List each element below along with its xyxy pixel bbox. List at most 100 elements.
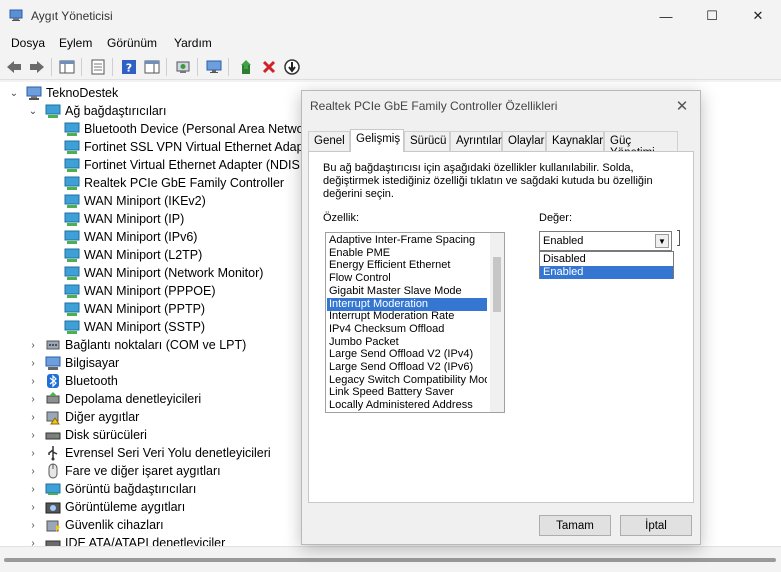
tree-device-item[interactable]: WAN Miniport (PPPOE) <box>64 282 216 300</box>
property-list-item[interactable]: Link Speed Battery Saver <box>327 386 487 399</box>
tab-gelismis[interactable]: Gelişmiş <box>350 129 404 152</box>
property-listbox[interactable]: Adaptive Inter-Frame Spacing Enable PME En… <box>325 232 505 413</box>
chevron-right-icon[interactable]: › <box>27 483 39 495</box>
value-option-enabled[interactable]: Enabled <box>540 266 673 279</box>
menu-gorunum[interactable]: Görünüm <box>107 36 157 50</box>
tree-category[interactable]: Bluetooth <box>45 372 118 390</box>
listbox-scrollbar-thumb[interactable] <box>493 257 501 312</box>
tree-root[interactable]: TeknoDestek <box>26 84 118 102</box>
chevron-right-icon[interactable]: › <box>27 465 39 477</box>
back-arrow-icon[interactable] <box>4 57 24 77</box>
tree-category[interactable]: Depolama denetleyicileri <box>45 390 201 408</box>
chevron-down-icon[interactable]: ▼ <box>655 234 669 248</box>
chevron-down-icon[interactable]: ⌄ <box>27 105 39 117</box>
forward-arrow-icon[interactable] <box>27 57 47 77</box>
property-list-item[interactable]: Locally Administered Address <box>327 399 487 412</box>
tree-root-label: TeknoDestek <box>46 86 119 100</box>
property-list-item[interactable]: Enable PME <box>327 247 487 260</box>
tree-device-item[interactable]: Fortinet SSL VPN Virtual Ethernet Adapte… <box>64 138 318 156</box>
dialog-close-button[interactable]: ✕ <box>672 96 692 116</box>
property-list-item[interactable]: Jumbo Packet <box>327 336 487 349</box>
tree-category[interactable]: Güvenlik cihazları <box>45 516 164 534</box>
uninstall-icon[interactable] <box>259 57 279 77</box>
scrollbar-thumb[interactable] <box>4 558 776 562</box>
scan-hardware-icon[interactable] <box>173 57 193 77</box>
chevron-right-icon[interactable]: › <box>27 393 39 405</box>
minimize-button[interactable]: — <box>643 0 689 32</box>
tab-kaynaklar[interactable]: Kaynaklar <box>546 131 604 151</box>
property-list-item[interactable]: Large Send Offload V2 (IPv4) <box>327 348 487 361</box>
property-list-item[interactable]: Interrupt Moderation <box>327 297 487 311</box>
close-button[interactable]: ✕ <box>735 0 781 32</box>
tree-device-item[interactable]: WAN Miniport (SSTP) <box>64 318 205 336</box>
chevron-right-icon[interactable]: › <box>27 537 39 547</box>
tab-olaylar[interactable]: Olaylar <box>502 131 546 151</box>
menu-bar: Dosya Eylem Görünüm Yardım <box>0 32 781 54</box>
tree-device-item[interactable]: WAN Miniport (IP) <box>64 210 184 228</box>
listbox-scrollbar[interactable] <box>490 233 504 412</box>
tree-category[interactable]: Fare ve diğer işaret aygıtları <box>45 462 221 480</box>
tree-device-item[interactable]: WAN Miniport (L2TP) <box>64 246 202 264</box>
ok-button[interactable]: Tamam <box>539 515 611 536</box>
tree-device-item[interactable]: WAN Miniport (IKEv2) <box>64 192 206 210</box>
tree-category[interactable]: Disk sürücüleri <box>45 426 147 444</box>
property-list-item[interactable]: Large Send Offload V2 (IPv6) <box>327 361 487 374</box>
chevron-right-icon[interactable]: › <box>27 375 39 387</box>
network-adapter-icon <box>64 319 80 335</box>
menu-yardim[interactable]: Yardım <box>174 36 212 50</box>
mouse-icon <box>45 463 61 479</box>
maximize-button[interactable]: ☐ <box>689 0 735 32</box>
property-list-item[interactable]: IPv4 Checksum Offload <box>327 323 487 336</box>
tree-device-item[interactable]: Bluetooth Device (Personal Area Network <box>64 120 314 138</box>
property-list-item[interactable]: Legacy Switch Compatibility Mode <box>327 374 487 387</box>
tree-device-item[interactable]: Realtek PCIe GbE Family Controller <box>64 174 284 192</box>
disable-device-icon[interactable] <box>282 57 302 77</box>
chevron-right-icon[interactable]: › <box>27 411 39 423</box>
update-driver-icon[interactable] <box>237 57 257 77</box>
network-adapter-icon <box>64 229 80 245</box>
chevron-right-icon[interactable]: › <box>27 357 39 369</box>
chevron-right-icon[interactable]: › <box>27 429 39 441</box>
tab-guc-yonetimi[interactable]: Güç Yönetimi <box>604 131 678 159</box>
console-tree-icon[interactable] <box>57 57 77 77</box>
chevron-down-icon[interactable]: ⌄ <box>8 87 20 99</box>
monitor-icon[interactable] <box>204 57 224 77</box>
value-combobox[interactable]: Enabled ▼ <box>539 231 672 251</box>
tree-category-label: Diğer aygıtlar <box>65 410 140 424</box>
tree-category[interactable]: Evrensel Seri Veri Yolu denetleyicileri <box>45 444 271 462</box>
cancel-button[interactable]: İptal <box>620 515 692 536</box>
tree-device-label: Bluetooth Device (Personal Area Network <box>84 122 314 136</box>
tree-category[interactable]: Görüntü bağdaştırıcıları <box>45 480 196 498</box>
menu-eylem[interactable]: Eylem <box>59 36 92 50</box>
value-option-disabled[interactable]: Disabled <box>540 253 673 266</box>
property-list-item[interactable]: Adaptive Inter-Frame Spacing <box>327 234 487 247</box>
chevron-right-icon[interactable]: › <box>27 501 39 513</box>
tree-category[interactable]: Diğer aygıtlar <box>45 408 139 426</box>
chevron-right-icon[interactable]: › <box>27 447 39 459</box>
property-list-item[interactable]: Flow Control <box>327 272 487 285</box>
tab-ayrintilar[interactable]: Ayrıntılar <box>450 131 502 151</box>
tab-genel[interactable]: Genel <box>308 131 350 151</box>
tree-category-network[interactable]: Ağ bağdaştırıcıları <box>45 102 166 120</box>
tree-device-item[interactable]: WAN Miniport (PPTP) <box>64 300 205 318</box>
value-dropdown-list[interactable]: Disabled Enabled <box>539 251 674 279</box>
network-adapter-icon <box>64 301 80 317</box>
tree-device-item[interactable]: WAN Miniport (IPv6) <box>64 228 197 246</box>
property-list-item[interactable]: Gigabit Master Slave Mode <box>327 285 487 298</box>
tree-category[interactable]: IDE ATA/ATAPI denetleyiciler <box>45 534 225 546</box>
property-list-item[interactable]: Energy Efficient Ethernet <box>327 259 487 272</box>
menu-dosya[interactable]: Dosya <box>11 36 45 50</box>
chevron-right-icon[interactable]: › <box>27 339 39 351</box>
action-pane-icon[interactable] <box>142 57 162 77</box>
tab-surucu[interactable]: Sürücü <box>404 131 450 151</box>
help-icon[interactable]: ? <box>119 57 139 77</box>
properties-icon[interactable] <box>88 57 108 77</box>
horizontal-scrollbar[interactable] <box>0 546 781 572</box>
tree-category[interactable]: Görüntüleme aygıtları <box>45 498 185 516</box>
tree-category[interactable]: Bilgisayar <box>45 354 119 372</box>
property-list-item[interactable]: Interrupt Moderation Rate <box>327 310 487 323</box>
tree-device-item[interactable]: Fortinet Virtual Ethernet Adapter (NDIS … <box>64 156 321 174</box>
tree-device-item[interactable]: WAN Miniport (Network Monitor) <box>64 264 263 282</box>
chevron-right-icon[interactable]: › <box>27 519 39 531</box>
tree-category[interactable]: Bağlantı noktaları (COM ve LPT) <box>45 336 246 354</box>
